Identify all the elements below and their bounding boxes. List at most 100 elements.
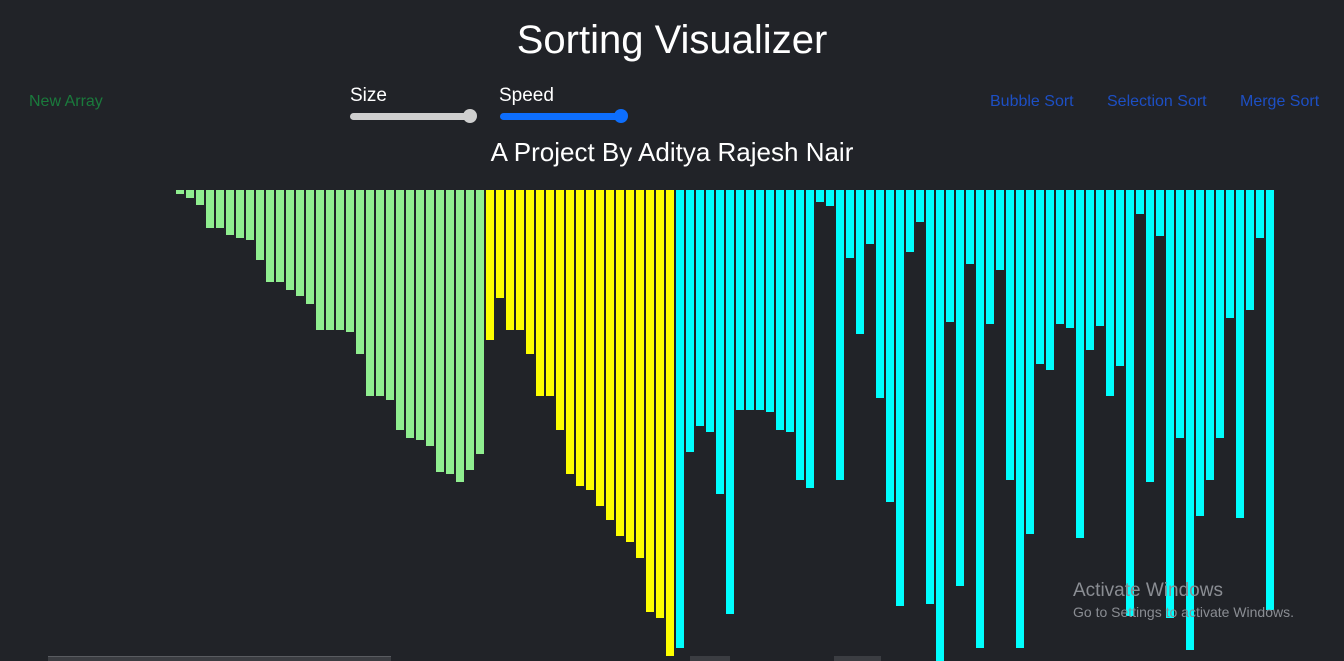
bar-merging: [666, 190, 674, 656]
bar-unsorted: [926, 190, 934, 604]
bar-unsorted: [1056, 190, 1064, 324]
bar-sorted: [456, 190, 464, 482]
bar-sorted: [226, 190, 234, 235]
bar-sorted: [306, 190, 314, 304]
bar-merging: [566, 190, 574, 474]
bar-unsorted: [986, 190, 994, 324]
bar-sorted: [386, 190, 394, 400]
bar-sorted: [406, 190, 414, 438]
bar-sorted: [436, 190, 444, 472]
bar-merging: [626, 190, 634, 542]
bar-unsorted: [866, 190, 874, 244]
bar-unsorted: [716, 190, 724, 494]
bar-merging: [656, 190, 664, 618]
bar-sorted: [326, 190, 334, 330]
bar-merging: [646, 190, 654, 612]
bar-sorted: [346, 190, 354, 332]
array-bars: [176, 190, 1274, 661]
taskbar-item: [834, 656, 881, 661]
bar-merging: [586, 190, 594, 490]
bar-unsorted: [806, 190, 814, 488]
bar-sorted: [256, 190, 264, 260]
bar-sorted: [316, 190, 324, 330]
bar-merging: [606, 190, 614, 520]
bar-unsorted: [1066, 190, 1074, 328]
bar-unsorted: [796, 190, 804, 480]
bar-sorted: [296, 190, 304, 296]
bar-unsorted: [676, 190, 684, 648]
bar-unsorted: [906, 190, 914, 252]
bar-sorted: [466, 190, 474, 470]
bar-unsorted: [1006, 190, 1014, 480]
bar-sorted: [426, 190, 434, 446]
bar-unsorted: [896, 190, 904, 606]
bar-unsorted: [1216, 190, 1224, 438]
bar-unsorted: [846, 190, 854, 258]
bar-merging: [546, 190, 554, 396]
bar-sorted: [286, 190, 294, 290]
bar-merging: [496, 190, 504, 298]
bar-unsorted: [1196, 190, 1204, 516]
bar-unsorted: [786, 190, 794, 432]
bar-unsorted: [1156, 190, 1164, 236]
bar-unsorted: [876, 190, 884, 398]
bar-merging: [596, 190, 604, 506]
bar-unsorted: [1046, 190, 1054, 370]
sorting-visualizer-page: Sorting Visualizer New Array Size Speed …: [0, 0, 1344, 661]
bar-merging: [506, 190, 514, 330]
bar-unsorted: [946, 190, 954, 322]
bar-unsorted: [736, 190, 744, 410]
bar-unsorted: [1226, 190, 1234, 318]
bar-sorted: [396, 190, 404, 430]
bar-unsorted: [686, 190, 694, 452]
bar-sorted: [476, 190, 484, 454]
bar-unsorted: [776, 190, 784, 430]
bar-sorted: [416, 190, 424, 440]
bar-unsorted: [1106, 190, 1114, 396]
bar-unsorted: [1256, 190, 1264, 238]
horizontal-scrollbar[interactable]: [48, 656, 391, 661]
bar-unsorted: [756, 190, 764, 410]
bar-unsorted: [1076, 190, 1084, 538]
bar-unsorted: [1166, 190, 1174, 618]
activate-windows-subtitle: Go to Settings to activate Windows.: [1073, 604, 1294, 620]
activate-windows-title: Activate Windows: [1073, 580, 1223, 601]
bar-merging: [576, 190, 584, 486]
bar-unsorted: [936, 190, 944, 661]
bar-unsorted: [1026, 190, 1034, 534]
bar-merging: [516, 190, 524, 330]
bar-sorted: [366, 190, 374, 396]
bar-sorted: [216, 190, 224, 228]
bar-unsorted: [726, 190, 734, 614]
bar-unsorted: [826, 190, 834, 206]
bar-sorted: [236, 190, 244, 238]
bar-sorted: [376, 190, 384, 396]
bar-unsorted: [1136, 190, 1144, 214]
bar-unsorted: [696, 190, 704, 426]
bar-unsorted: [1016, 190, 1024, 648]
bar-unsorted: [996, 190, 1004, 270]
bar-unsorted: [1146, 190, 1154, 482]
bar-unsorted: [1116, 190, 1124, 366]
bar-unsorted: [766, 190, 774, 412]
bar-unsorted: [966, 190, 974, 264]
bar-merging: [636, 190, 644, 558]
bar-unsorted: [1086, 190, 1094, 350]
bar-unsorted: [746, 190, 754, 410]
bar-unsorted: [1236, 190, 1244, 518]
bar-sorted: [186, 190, 194, 198]
bar-sorted: [276, 190, 284, 282]
bar-unsorted: [886, 190, 894, 502]
bar-sorted: [176, 190, 184, 194]
bar-sorted: [246, 190, 254, 240]
bar-unsorted: [976, 190, 984, 648]
bar-sorted: [266, 190, 274, 282]
bar-unsorted: [1096, 190, 1104, 326]
bar-merging: [556, 190, 564, 430]
bar-unsorted: [1176, 190, 1184, 438]
bar-unsorted: [916, 190, 924, 222]
bar-merging: [616, 190, 624, 536]
bar-unsorted: [956, 190, 964, 586]
bar-unsorted: [1246, 190, 1254, 310]
bar-unsorted: [1206, 190, 1214, 480]
